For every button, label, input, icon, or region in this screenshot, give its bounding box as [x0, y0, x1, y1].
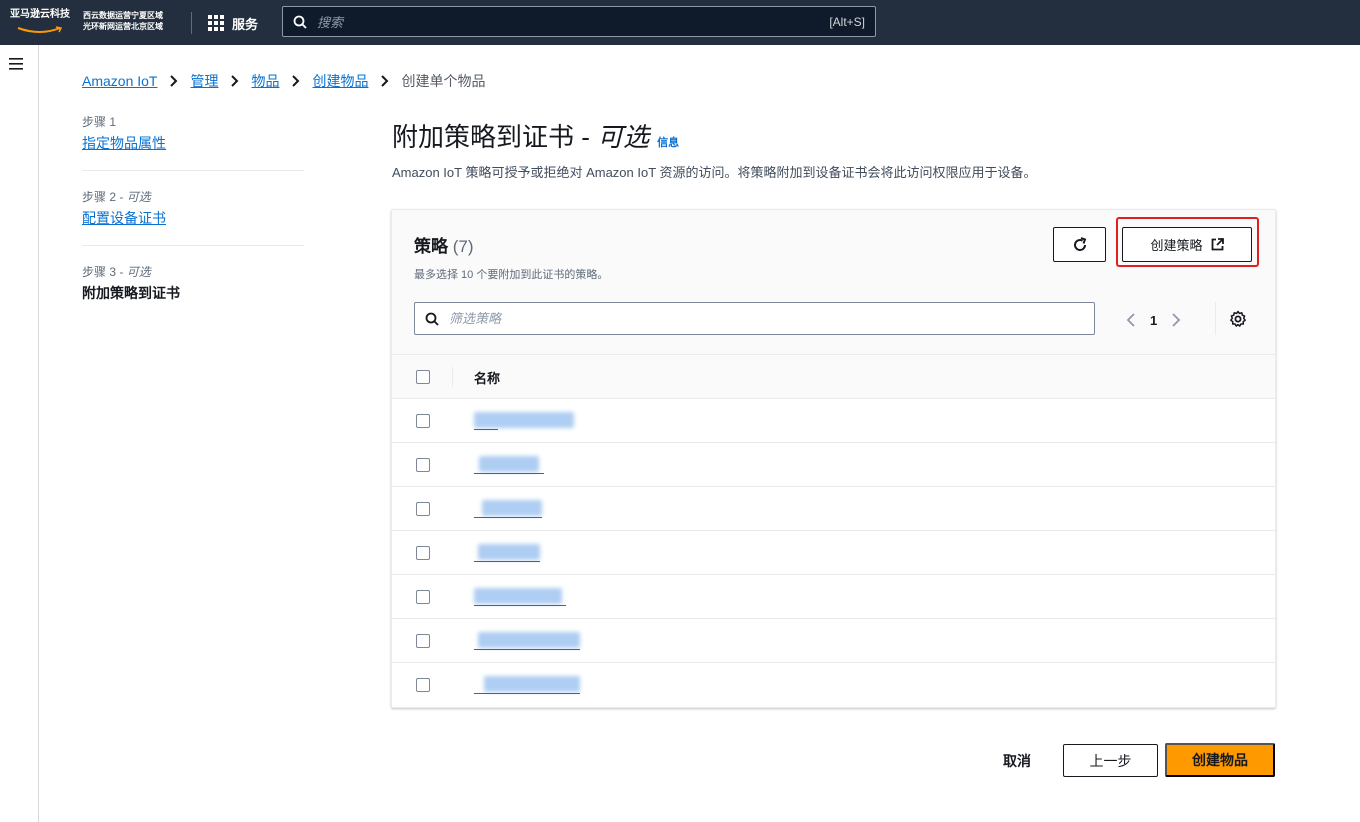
row-checkbox[interactable]: [416, 634, 430, 648]
chevron-left-icon[interactable]: [1126, 312, 1136, 328]
policy-name-link[interactable]: [474, 500, 542, 518]
step-3: 步骤 3 - 可选 附加策略到证书: [82, 245, 304, 320]
row-checkbox[interactable]: [416, 414, 430, 428]
table-header-area: 策略 (7) 最多选择 10 个要附加到此证书的策略。 创建策略 1: [392, 210, 1275, 355]
pagination: 1: [1126, 308, 1181, 332]
global-search-input[interactable]: 搜索 [Alt+S]: [282, 6, 876, 37]
step-label: 步骤 1: [82, 115, 117, 129]
page-header: 附加策略到证书 - 可选 信息: [392, 117, 679, 154]
column-divider: [452, 367, 453, 387]
chevron-right-icon: [292, 75, 300, 87]
select-all-checkbox[interactable]: [416, 370, 430, 384]
create-thing-button[interactable]: 创建物品: [1165, 743, 1275, 777]
table-row: [392, 619, 1275, 663]
wizard-steps: 步骤 1 指定物品属性 步骤 2 - 可选 配置设备证书 步骤 3 - 可选 附…: [82, 114, 304, 320]
cancel-button[interactable]: 取消: [990, 744, 1044, 777]
top-navigation-bar: 亚马逊云科技 西云数据运营宁夏区域 光环新网运营北京区域 服务 搜索 [Alt+…: [0, 0, 1360, 45]
side-rail-divider: [38, 45, 39, 822]
row-checkbox[interactable]: [416, 502, 430, 516]
search-placeholder: 搜索: [317, 15, 344, 30]
table-row: [392, 531, 1275, 575]
policies-table-container: 策略 (7) 最多选择 10 个要附加到此证书的策略。 创建策略 1 名称: [391, 209, 1276, 708]
chevron-right-icon: [231, 75, 239, 87]
row-checkbox[interactable]: [416, 678, 430, 692]
previous-button[interactable]: 上一步: [1063, 744, 1158, 777]
page-title: 附加策略到证书 - 可选: [392, 122, 650, 152]
policy-name-link[interactable]: [474, 456, 544, 474]
logo-text: 亚马逊云科技: [10, 9, 70, 20]
step-1: 步骤 1 指定物品属性: [82, 114, 304, 170]
breadcrumb-amazon-iot[interactable]: Amazon IoT: [82, 73, 157, 89]
column-name-header[interactable]: 名称: [474, 368, 500, 387]
policy-count: (7): [452, 237, 474, 256]
smile-icon: [17, 26, 63, 33]
table-description: 最多选择 10 个要附加到此证书的策略。: [414, 269, 609, 281]
menu-icon[interactable]: [9, 58, 23, 70]
table-column-header: 名称: [392, 355, 1275, 399]
region-line-1: 西云数据运营宁夏区域: [83, 11, 163, 20]
step-2: 步骤 2 - 可选 配置设备证书: [82, 170, 304, 245]
page-number[interactable]: 1: [1150, 313, 1157, 328]
refresh-icon: [1073, 236, 1086, 251]
grid-icon: [208, 15, 224, 31]
table-row: [392, 443, 1275, 487]
aws-logo[interactable]: 亚马逊云科技: [10, 8, 72, 36]
services-label: 服务: [232, 16, 259, 32]
row-checkbox[interactable]: [416, 458, 430, 472]
step-label: 步骤 2 - 可选: [82, 190, 151, 204]
external-link-icon: [1211, 238, 1224, 251]
table-title: 策略 (7): [414, 237, 474, 256]
policy-name-link[interactable]: [474, 676, 580, 694]
create-policy-label: 创建策略: [1150, 238, 1203, 253]
breadcrumb-manage[interactable]: 管理: [190, 71, 218, 91]
search-icon: [425, 312, 439, 326]
breadcrumb-current: 创建单个物品: [401, 73, 486, 89]
create-policy-button[interactable]: 创建策略: [1122, 227, 1252, 262]
region-line-2: 光环新网运营北京区域: [83, 22, 163, 31]
chevron-right-icon: [170, 75, 178, 87]
table-row: [392, 399, 1275, 443]
search-shortcut: [Alt+S]: [829, 14, 865, 29]
policy-name-link[interactable]: [474, 412, 574, 430]
step-3-current: 附加策略到证书: [82, 285, 180, 301]
divider: [191, 12, 192, 34]
page-description: Amazon IoT 策略可授予或拒绝对 Amazon IoT 资源的访问。将策…: [392, 165, 1037, 180]
policy-name-link[interactable]: [474, 544, 540, 562]
breadcrumb: Amazon IoT 管理 物品 创建物品 创建单个物品: [82, 71, 485, 91]
step-2-link[interactable]: 配置设备证书: [82, 208, 304, 228]
step-label: 步骤 3 - 可选: [82, 265, 151, 279]
policy-name-link[interactable]: [474, 588, 566, 606]
filter-field[interactable]: [449, 311, 1049, 326]
region-info: 西云数据运营宁夏区域 光环新网运营北京区域: [83, 10, 163, 32]
chevron-right-icon[interactable]: [1171, 312, 1181, 328]
filter-policies-input[interactable]: [414, 302, 1095, 335]
settings-gear-icon[interactable]: [1229, 310, 1247, 328]
row-checkbox[interactable]: [416, 546, 430, 560]
row-checkbox[interactable]: [416, 590, 430, 604]
policy-name-link[interactable]: [474, 632, 580, 650]
chevron-right-icon: [381, 75, 389, 87]
table-row: [392, 575, 1275, 619]
table-row: [392, 663, 1275, 707]
breadcrumb-things[interactable]: 物品: [251, 71, 279, 91]
info-link[interactable]: 信息: [657, 134, 679, 150]
table-row: [392, 487, 1275, 531]
search-icon: [293, 15, 307, 29]
table-body: [392, 399, 1275, 707]
step-1-link[interactable]: 指定物品属性: [82, 133, 304, 153]
services-menu-button[interactable]: 服务: [208, 12, 258, 34]
breadcrumb-create-things[interactable]: 创建物品: [312, 71, 368, 91]
divider: [1215, 302, 1216, 335]
refresh-button[interactable]: [1053, 227, 1106, 262]
